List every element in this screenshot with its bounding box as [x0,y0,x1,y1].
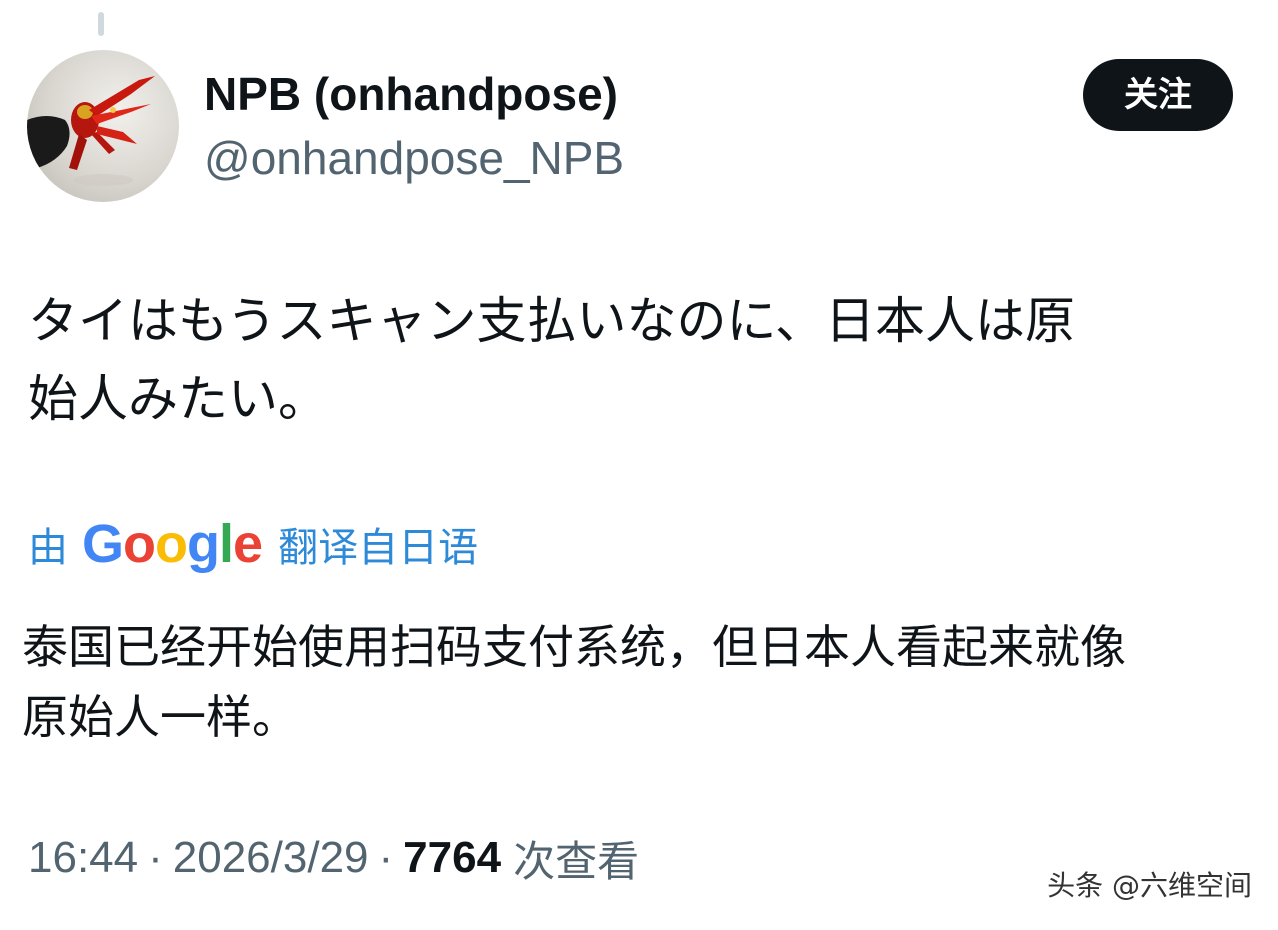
tweet-meta: 16:44 · 2026/3/29 · 7764 次查看 [28,826,639,890]
follow-button[interactable]: 关注 [1083,59,1233,131]
watermark: 头条 @六维空间 [1047,869,1252,902]
translation-source-language: 翻译自日语 [278,525,479,571]
translated-text-line-2: 原始人一样。 [22,690,298,744]
meta-separator: · [378,833,394,882]
google-logo: Google [82,514,263,574]
thread-connector-line [98,12,104,36]
avatar[interactable] [27,50,179,202]
meta-separator: · [148,833,163,882]
translated-text-line-1: 泰国已经开始使用扫码支付系统，但日本人看起来就像 [22,620,1126,674]
author-handle[interactable]: @onhandpose_NPB [204,130,624,186]
tweet-time[interactable]: 16:44 [28,833,138,883]
translation-attribution[interactable]: 由 Google 翻译自日语 [28,508,478,580]
tweet-date[interactable]: 2026/3/29 [173,833,369,883]
tweet-text-line-2: 始人みたい。 [28,370,328,428]
views-label: 次查看 [513,836,640,886]
tweet-text-line-1: タイはもうスキャン支払いなのに、日本人は原 [28,292,1075,350]
views-count[interactable]: 7764 [403,833,501,883]
avatar-figure-image [27,76,155,186]
author-display-name[interactable]: NPB (onhandpose) [204,66,618,122]
translated-tweet-text: 泰国已经开始使用扫码支付系统，但日本人看起来就像 原始人一样。 [22,612,1262,752]
tweet-text: タイはもうスキャン支払いなのに、日本人は原 始人みたい。 [28,282,1238,438]
translation-prefix: 由 [28,525,68,571]
